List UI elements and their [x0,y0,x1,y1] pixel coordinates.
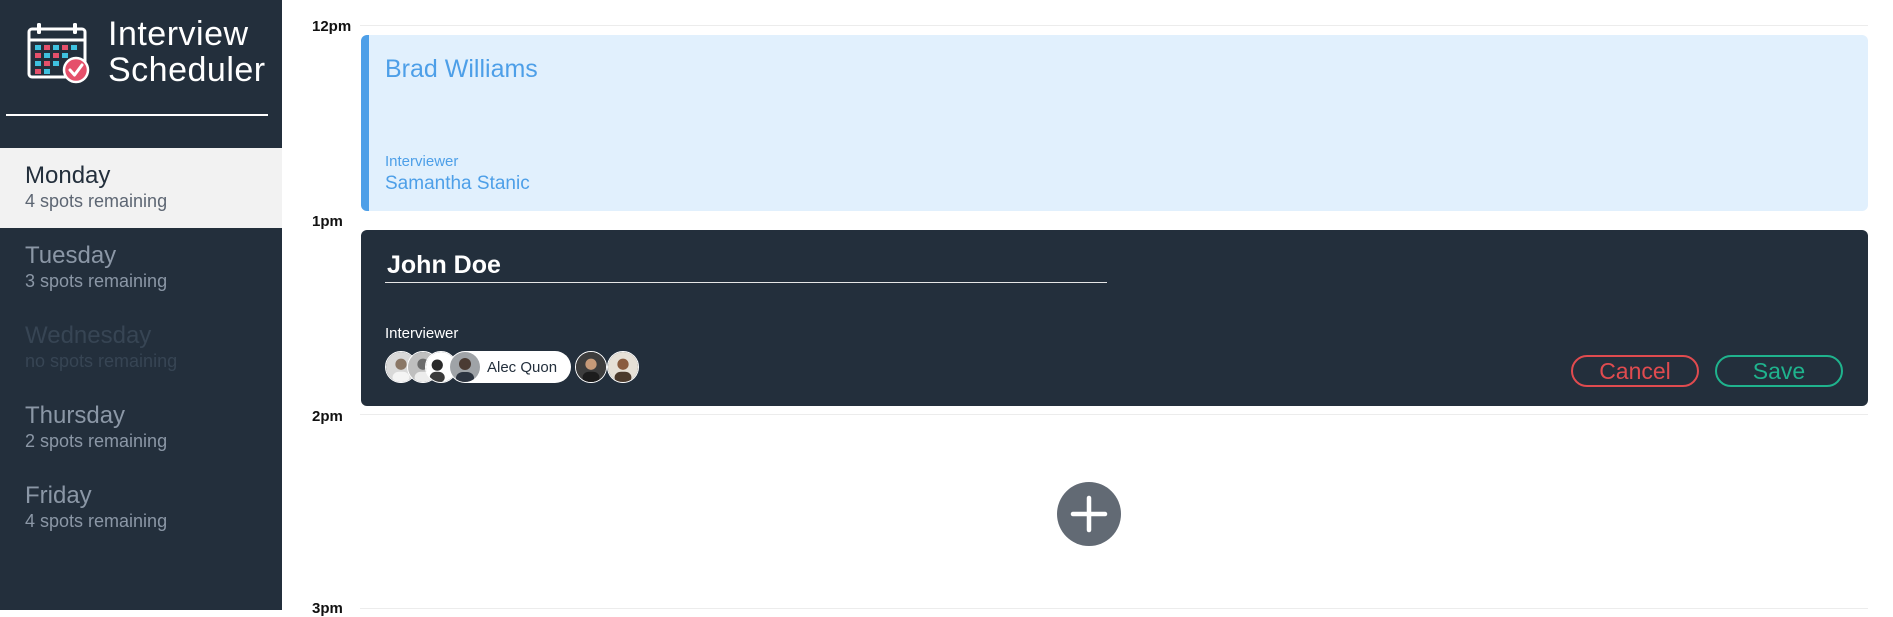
hour-divider [360,414,1868,415]
cancel-button[interactable]: Cancel [1571,355,1699,387]
hour-divider [360,608,1868,609]
day-spots: no spots remaining [25,351,178,371]
app-title-line2: Scheduler [108,51,266,89]
day-name: Monday [25,162,111,189]
calendar-check-icon [26,20,92,86]
appointment-form: Interviewer Alec Quon [361,230,1868,406]
interviewer-avatar [450,352,480,382]
interviewer-label: Interviewer [385,153,459,170]
day-item-monday[interactable]: Monday 4 spots remaining [0,148,282,228]
brand-divider [6,114,268,116]
day-spots: 4 spots remaining [25,511,168,531]
day-item-thursday[interactable]: Thursday 2 spots remaining [0,388,282,468]
add-appointment-button[interactable] [1057,482,1121,546]
app-title: Interview Scheduler [108,16,266,88]
day-list: Monday 4 spots remaining Tuesday 3 spots… [0,148,282,548]
student-name-input[interactable] [385,248,1107,283]
hour-label-2pm: 2pm [312,408,343,425]
interviewer-selected-name: Alec Quon [487,359,558,376]
day-name: Friday [25,482,92,509]
interviewer-avatar[interactable] [607,351,639,383]
day-spots: 4 spots remaining [25,191,168,211]
day-item-tuesday[interactable]: Tuesday 3 spots remaining [0,228,282,308]
day-spots: 2 spots remaining [25,431,168,451]
save-button[interactable]: Save [1715,355,1843,387]
plus-icon [1070,495,1108,533]
hour-divider [360,25,1868,26]
day-name: Thursday [25,402,126,429]
day-name: Tuesday [25,242,117,269]
brand: Interview Scheduler [0,0,282,117]
hour-label-1pm: 1pm [312,213,343,230]
app-title-line1: Interview [108,15,249,53]
interviewer-selected[interactable]: Alec Quon [449,351,571,383]
interviewer-label: Interviewer [385,325,459,342]
interviewer-name: Samantha Stanic [385,173,530,194]
day-item-wednesday[interactable]: Wednesday no spots remaining [0,308,282,388]
day-spots: 3 spots remaining [25,271,168,291]
hour-label-12pm: 12pm [312,18,352,35]
student-name: Brad Williams [385,55,538,83]
sidebar: Interview Scheduler Monday 4 spots remai… [0,0,282,610]
day-item-friday[interactable]: Friday 4 spots remaining [0,468,282,548]
appointment-card-booked[interactable]: Brad Williams Interviewer Samantha Stani… [361,35,1868,211]
day-name: Wednesday [25,322,152,349]
schedule: 12pm 1pm 2pm 3pm Brad Williams Interview… [282,0,1893,617]
interviewer-avatar[interactable] [575,351,607,383]
